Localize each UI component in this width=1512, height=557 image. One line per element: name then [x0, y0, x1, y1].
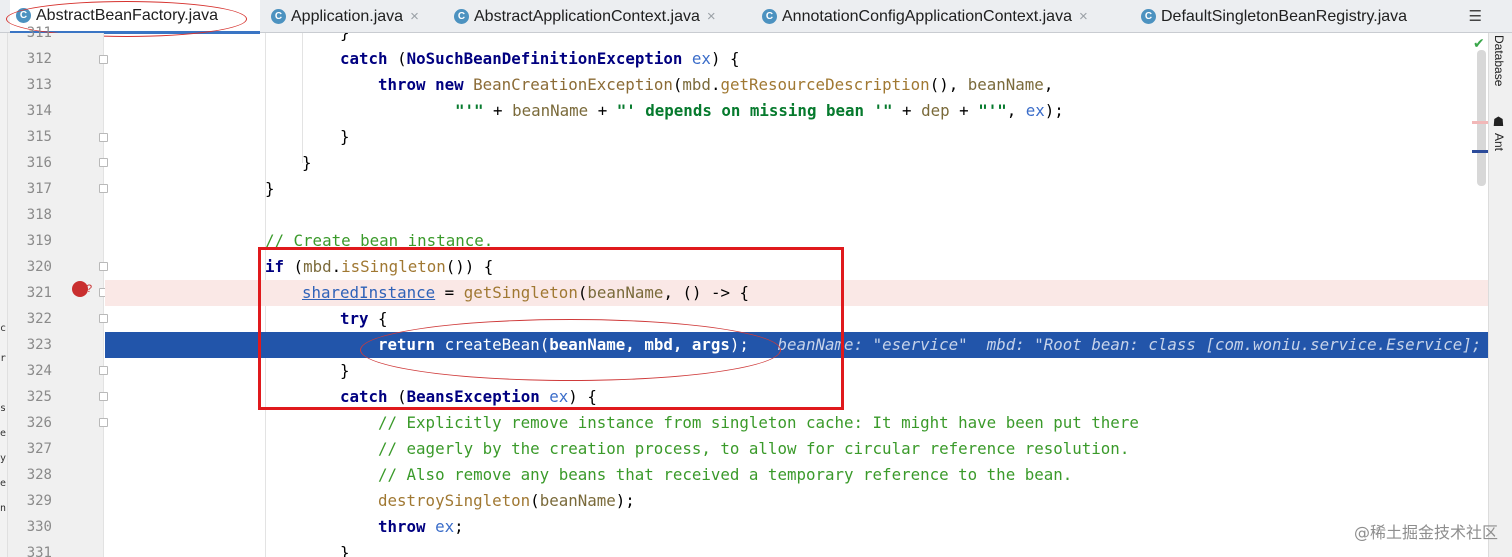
line-number: 329 — [26, 493, 52, 509]
edge-letter: c — [0, 323, 7, 334]
line-number: 330 — [26, 519, 52, 535]
line-number: 323 — [26, 337, 52, 353]
breakpoint-icon[interactable] — [72, 281, 92, 297]
tab-annotation-config-application-context[interactable]: C AnnotationConfigApplicationContext.jav… — [762, 0, 1088, 33]
code-line-329: destroySingleton(beanName); — [378, 491, 635, 510]
line-number: 313 — [26, 77, 52, 93]
line-number: 324 — [26, 363, 52, 379]
edge-letter: e — [0, 478, 7, 489]
close-icon[interactable]: × — [1079, 8, 1088, 25]
code-line-328: // Also remove any beans that received a… — [378, 465, 1073, 484]
editor-tab-bar: C AbstractBeanFactory.java C Application… — [0, 0, 1512, 34]
code-line-320: if (mbd.isSingleton()) { — [265, 257, 494, 276]
code-line-311: } — [105, 33, 1488, 46]
line-number: 326 — [26, 415, 52, 431]
database-tool-button[interactable]: Database — [1492, 35, 1506, 86]
tab-abstract-application-context[interactable]: C AbstractApplicationContext.java × — [454, 0, 716, 33]
code-line-321: sharedInstance = getSingleton(beanName, … — [105, 280, 1488, 306]
code-line-331: } — [340, 543, 350, 557]
code-line-326: // Explicitly remove instance from singl… — [378, 413, 1139, 432]
code-line-314: "'" + beanName + "' depends on missing b… — [455, 101, 1064, 120]
class-icon: C — [454, 9, 469, 24]
close-icon[interactable]: × — [707, 8, 716, 25]
close-icon[interactable]: × — [410, 8, 419, 25]
code-line-316: } — [302, 153, 312, 172]
watermark: @稀土掘金技术社区 — [1353, 523, 1498, 542]
line-number: 320 — [26, 259, 52, 275]
code-line-313: throw new BeanCreationException(mbd.getR… — [378, 75, 1054, 94]
code-line-317: } — [265, 179, 275, 198]
ant-tool-button[interactable]: Ant — [1492, 133, 1506, 151]
line-number: 316 — [26, 155, 52, 171]
class-icon: C — [1141, 9, 1156, 24]
tab-application[interactable]: C Application.java × — [271, 0, 419, 33]
edge-letter: r — [0, 353, 7, 364]
edge-letter: s — [0, 403, 7, 414]
class-icon: C — [271, 9, 286, 24]
line-number: 331 — [26, 545, 52, 557]
tab-label: Application.java — [291, 7, 404, 25]
line-number: 312 — [26, 51, 52, 67]
line-number: 315 — [26, 129, 52, 145]
inspection-ok-icon[interactable]: ✔ — [1473, 36, 1485, 52]
editor-scrollbar[interactable] — [1477, 50, 1486, 186]
right-tool-window-bar: Database ☗ Ant — [1488, 33, 1512, 557]
tab-label: AbstractApplicationContext.java — [474, 7, 700, 25]
edge-letter: y — [0, 453, 7, 464]
code-editor[interactable]: } catch (NoSuchBeanDefinitionException e… — [105, 33, 1488, 557]
line-number: 314 — [26, 103, 52, 119]
code-line-319: // Create bean instance. — [265, 231, 494, 250]
tab-label: DefaultSingletonBeanRegistry.java — [1161, 7, 1408, 25]
line-number: 311 — [26, 25, 52, 41]
line-number: 317 — [26, 181, 52, 197]
code-line-324: } — [340, 361, 350, 380]
left-edge-strip: c r s e y e n — [0, 33, 8, 557]
ant-icon: ☗ — [1492, 115, 1507, 130]
code-line-315: } — [340, 127, 350, 146]
edge-letter: e — [0, 428, 7, 439]
debug-inline-values: beanName: "eservice" mbd: "Root bean: cl… — [777, 335, 1488, 354]
code-line-327: // eagerly by the creation process, to a… — [378, 439, 1130, 458]
tab-label: AnnotationConfigApplicationContext.java — [782, 7, 1072, 25]
line-number: 322 — [26, 311, 52, 327]
code-line-325: catch (BeansException ex) { — [340, 387, 597, 406]
line-number: 328 — [26, 467, 52, 483]
line-number: 321 — [26, 285, 52, 301]
code-line-323-current: return createBean(beanName, mbd, args); … — [105, 332, 1488, 358]
code-line-312: catch (NoSuchBeanDefinitionException ex)… — [340, 49, 740, 68]
error-stripe-mark[interactable] — [1472, 121, 1488, 124]
code-line-322: try { — [340, 309, 388, 328]
class-icon: C — [762, 9, 777, 24]
edge-letter: n — [0, 503, 7, 514]
line-number: 327 — [26, 441, 52, 457]
line-number: 319 — [26, 233, 52, 249]
code-line-330: throw ex; — [378, 517, 464, 536]
tab-label: AbstractBeanFactory.java — [36, 6, 219, 24]
tab-default-singleton-bean-registry[interactable]: C DefaultSingletonBeanRegistry.java — [1141, 0, 1407, 33]
line-number: 325 — [26, 389, 52, 405]
caret-stripe-mark[interactable] — [1472, 150, 1488, 153]
line-number-gutter[interactable]: 311 312 313 314 315 316 317 318 319 320 … — [8, 25, 104, 557]
line-number: 318 — [26, 207, 52, 223]
tab-list-menu-icon[interactable]: ☰ — [1469, 7, 1482, 25]
